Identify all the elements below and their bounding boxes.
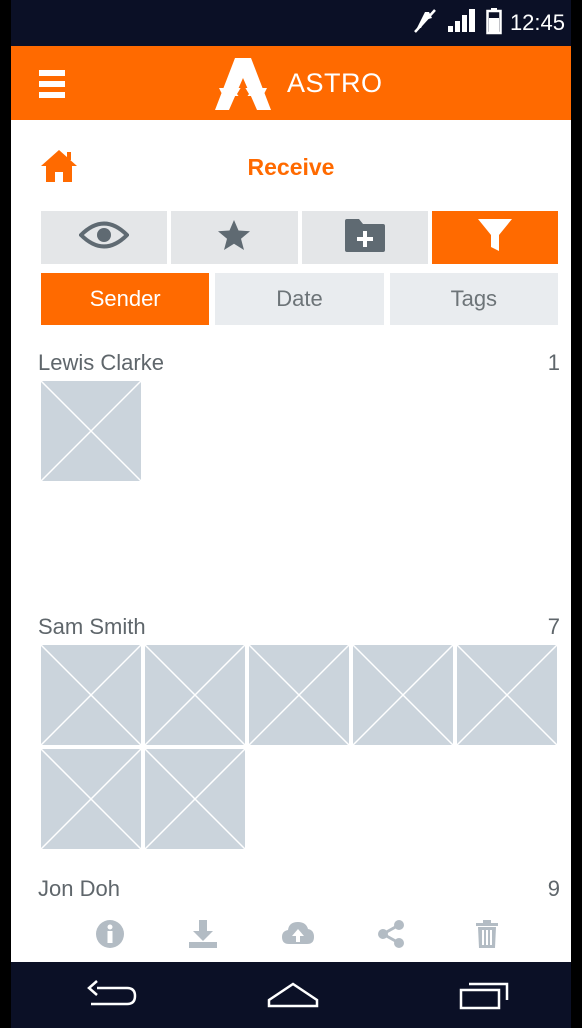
astro-logo [213,56,273,112]
view-toolbar [41,211,558,264]
info-icon[interactable] [94,918,126,950]
back-icon[interactable] [83,976,143,1014]
folder-add-icon [343,217,387,258]
group-name: Jon Doh [38,876,120,901]
group-count: 9 [547,876,560,901]
group-count: 7 [547,614,560,639]
upload-icon[interactable] [281,918,314,950]
image-placeholder[interactable] [41,381,141,481]
screen: 12:45 ASTRO Receive Sender Date Tags Lew… [11,0,571,1028]
signal-icon [446,8,478,39]
app-title: ASTRO [287,68,383,98]
add-folder-button[interactable] [301,211,428,264]
tab-tags[interactable]: Tags [389,273,558,325]
image-placeholder[interactable] [353,645,453,745]
system-nav-bar [11,962,571,1028]
download-icon[interactable] [187,918,219,950]
group-count: 1 [547,350,560,375]
image-placeholder[interactable] [145,749,245,849]
share-icon[interactable] [375,918,407,950]
filter-button[interactable] [431,211,558,264]
battery-icon [486,7,502,40]
image-placeholder[interactable] [145,645,245,745]
home-nav-icon[interactable] [263,976,323,1014]
tab-date[interactable]: Date [215,273,384,325]
status-bar: 12:45 [11,0,571,46]
mute-icon [412,8,438,39]
group-header: Sam Smith 7 [38,614,560,644]
group-name: Lewis Clarke [38,350,164,375]
tab-sender[interactable]: Sender [41,273,210,325]
eye-icon [78,220,130,255]
view-button[interactable] [41,211,168,264]
bottom-action-bar [11,906,571,962]
app-bar: ASTRO [11,46,571,120]
clock: 12:45 [509,10,565,35]
filter-icon [476,217,514,258]
sort-tabs: Sender Date Tags [41,273,558,325]
page-title: Receive [247,154,335,180]
image-placeholder[interactable] [457,645,557,745]
image-placeholder[interactable] [41,749,141,849]
status-icons: 12:45 [412,7,565,40]
delete-icon[interactable] [471,918,503,950]
page-header: Receive [11,120,571,206]
group-header: Jon Doh 9 [38,876,560,906]
menu-icon[interactable] [39,70,65,98]
image-placeholder[interactable] [249,645,349,745]
favorite-button[interactable] [171,211,298,264]
group-header: Lewis Clarke 1 [38,350,560,380]
star-icon [217,219,251,256]
image-placeholder[interactable] [41,645,141,745]
group-name: Sam Smith [38,614,146,639]
phone-frame: 12:45 ASTRO Receive Sender Date Tags Lew… [0,0,582,1028]
recents-icon[interactable] [455,976,515,1014]
